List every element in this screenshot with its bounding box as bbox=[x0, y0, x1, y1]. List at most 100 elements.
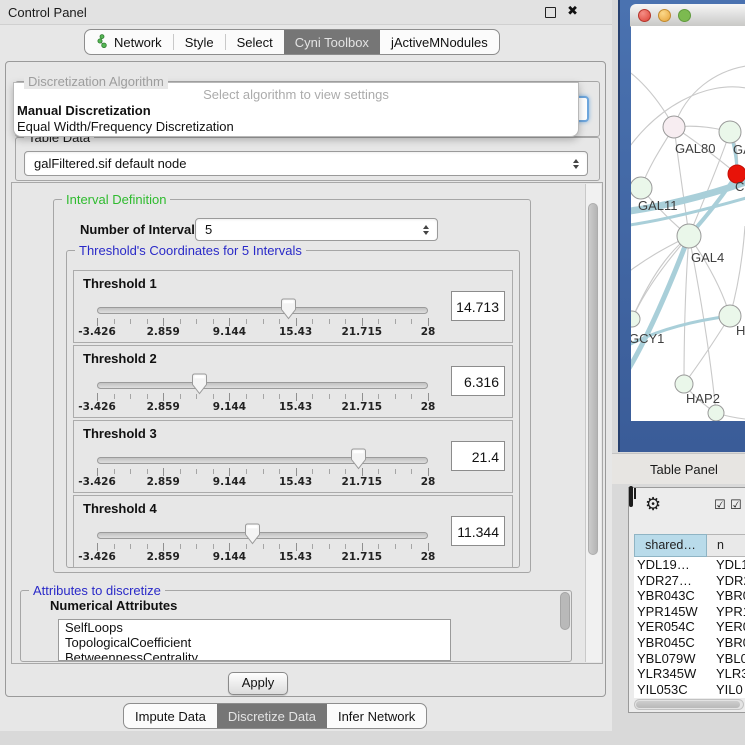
tick-mark bbox=[345, 544, 346, 549]
tick-label: 21.715 bbox=[342, 326, 383, 338]
tick-mark bbox=[395, 319, 396, 324]
slider-handle[interactable] bbox=[245, 523, 260, 545]
cell-shared-name[interactable]: YDL19… bbox=[634, 557, 707, 573]
network-view-canvas[interactable]: GAL80GACGAL11GAL4GCY1HHAP2 bbox=[631, 26, 745, 421]
scrollbar-thumb[interactable] bbox=[588, 203, 598, 555]
network-edge[interactable] bbox=[684, 316, 730, 384]
cell-name[interactable]: YBR0 bbox=[707, 588, 745, 604]
tab-style[interactable]: Style bbox=[174, 30, 225, 54]
threshold-slider[interactable]: -3.4262.8599.14415.4321.71528 bbox=[97, 271, 428, 344]
table-row[interactable]: YDL19…YDL1 bbox=[634, 557, 745, 573]
tick-mark bbox=[428, 318, 429, 326]
threshold-value-box[interactable]: 11.344 bbox=[451, 516, 505, 546]
slider-handle[interactable] bbox=[192, 373, 207, 395]
column-header-shared-name[interactable]: shared… bbox=[634, 534, 707, 557]
network-window-titlebar[interactable] bbox=[630, 4, 745, 27]
table-row[interactable]: YPR145WYPR1 bbox=[634, 604, 745, 620]
network-node-gal11[interactable] bbox=[631, 177, 652, 199]
table-data-combobox[interactable]: galFiltered.sif default node bbox=[24, 151, 588, 176]
cell-name[interactable]: YIL0 bbox=[707, 682, 743, 698]
slider-track[interactable] bbox=[97, 382, 428, 389]
cell-shared-name[interactable]: YBR043C bbox=[634, 588, 707, 604]
threshold-value-box[interactable]: 21.4 bbox=[451, 441, 505, 471]
table-row[interactable]: YER054CYER0 bbox=[634, 619, 745, 635]
cell-name[interactable]: YDL1 bbox=[707, 557, 745, 573]
tab-network[interactable]: Network bbox=[85, 30, 173, 54]
checkbox-icon[interactable]: ☑ bbox=[730, 498, 742, 513]
split-columns-icon[interactable] bbox=[629, 486, 633, 507]
network-edge[interactable] bbox=[684, 236, 689, 384]
network-edge[interactable] bbox=[674, 66, 745, 127]
scrollbar-thumb[interactable] bbox=[636, 701, 740, 708]
slider-handle[interactable] bbox=[351, 448, 366, 470]
close-icon[interactable]: ✖ bbox=[567, 4, 578, 19]
cell-shared-name[interactable]: YIL053C bbox=[634, 682, 707, 698]
tab-impute-data[interactable]: Impute Data bbox=[124, 704, 217, 728]
network-edge[interactable] bbox=[730, 226, 745, 316]
cell-shared-name[interactable]: YBR045C bbox=[634, 635, 707, 651]
cell-shared-name[interactable]: YPR145W bbox=[634, 604, 707, 620]
gear-icon[interactable]: ⚙ bbox=[645, 494, 661, 515]
tick-mark bbox=[296, 468, 297, 476]
table-horizontal-scrollbar[interactable] bbox=[634, 699, 744, 710]
attribute-list-item[interactable]: TopologicalCoefficient bbox=[59, 635, 450, 650]
tab-cyni-toolbox[interactable]: Cyni Toolbox bbox=[284, 30, 380, 54]
table-row[interactable]: YIL053CYIL0 bbox=[634, 682, 745, 698]
dropdown-option-manual[interactable]: Manual Discretization bbox=[17, 103, 151, 118]
slider-track[interactable] bbox=[97, 532, 428, 539]
network-edge-highlighted[interactable] bbox=[631, 236, 689, 378]
float-window-icon[interactable] bbox=[545, 7, 556, 18]
tab-infer-network[interactable]: Infer Network bbox=[327, 704, 426, 728]
minimize-traffic-light-icon[interactable] bbox=[658, 9, 671, 22]
checkbox-icon[interactable]: ☑ bbox=[714, 498, 726, 513]
cell-name[interactable]: YER0 bbox=[707, 619, 745, 635]
cell-name[interactable]: YDR2 bbox=[707, 573, 745, 589]
zoom-traffic-light-icon[interactable] bbox=[678, 9, 691, 22]
threshold-value-box[interactable]: 14.713 bbox=[451, 291, 505, 321]
column-header-name[interactable]: n bbox=[707, 534, 745, 557]
table-row[interactable]: YDR27…YDR2 bbox=[634, 573, 745, 589]
network-node-gcy1[interactable] bbox=[631, 311, 640, 327]
network-node-gal4[interactable] bbox=[677, 224, 701, 248]
attribute-list-item[interactable]: SelfLoops bbox=[59, 620, 450, 635]
cell-shared-name[interactable]: YBL079W bbox=[634, 651, 707, 667]
attribute-list-item[interactable]: BetweennessCentrality bbox=[59, 650, 450, 661]
tab-select[interactable]: Select bbox=[226, 30, 284, 54]
slider-handle[interactable] bbox=[281, 298, 296, 320]
table-row[interactable]: YBR043CYBR0 bbox=[634, 588, 745, 604]
numerical-attributes-list[interactable]: SelfLoopsTopologicalCoefficientBetweenne… bbox=[58, 619, 451, 661]
close-traffic-light-icon[interactable] bbox=[638, 9, 651, 22]
table-body[interactable]: YDL19…YDL1YDR27…YDR2YBR043CYBR0YPR145WYP… bbox=[634, 557, 745, 698]
cell-name[interactable]: YLR3 bbox=[707, 666, 745, 682]
tab-jactivemnodules[interactable]: jActiveMNodules bbox=[380, 30, 499, 54]
tab-discretize-data[interactable]: Discretize Data bbox=[217, 704, 327, 728]
cell-name[interactable]: YBL0 bbox=[707, 651, 745, 667]
table-row[interactable]: YBL079WYBL0 bbox=[634, 651, 745, 667]
network-edge[interactable] bbox=[689, 236, 730, 316]
cell-name[interactable]: YPR1 bbox=[707, 604, 745, 620]
network-node-ga[interactable] bbox=[719, 121, 741, 143]
slider-track[interactable] bbox=[97, 307, 428, 314]
network-node[interactable] bbox=[708, 405, 724, 421]
tick-mark bbox=[97, 393, 98, 401]
apply-button[interactable]: Apply bbox=[228, 672, 288, 695]
cell-shared-name[interactable]: YER054C bbox=[634, 619, 707, 635]
list-scrollbar-thumb[interactable] bbox=[560, 592, 570, 630]
cell-shared-name[interactable]: YLR345W bbox=[634, 666, 707, 682]
number-of-intervals-combobox[interactable]: 5 bbox=[195, 218, 438, 241]
dropdown-option-equal-width[interactable]: Equal Width/Frequency Discretization bbox=[17, 119, 234, 134]
vertical-scrollbar[interactable] bbox=[585, 184, 601, 662]
table-row[interactable]: YLR345WYLR3 bbox=[634, 666, 745, 682]
tick-mark bbox=[229, 393, 230, 401]
threshold-value-box[interactable]: 6.316 bbox=[451, 366, 505, 396]
threshold-slider[interactable]: -3.4262.8599.14415.4321.71528 bbox=[97, 496, 428, 569]
network-node-gal80[interactable] bbox=[663, 116, 685, 138]
slider-track[interactable] bbox=[97, 457, 428, 464]
table-row[interactable]: YBR045CYBR0 bbox=[634, 635, 745, 651]
threshold-slider[interactable]: -3.4262.8599.14415.4321.71528 bbox=[97, 421, 428, 494]
tick-label: 21.715 bbox=[342, 551, 383, 563]
cell-name[interactable]: YBR0 bbox=[707, 635, 745, 651]
cell-shared-name[interactable]: YDR27… bbox=[634, 573, 707, 589]
threshold-slider[interactable]: -3.4262.8599.14415.4321.71528 bbox=[97, 346, 428, 419]
tick-mark bbox=[378, 394, 379, 399]
